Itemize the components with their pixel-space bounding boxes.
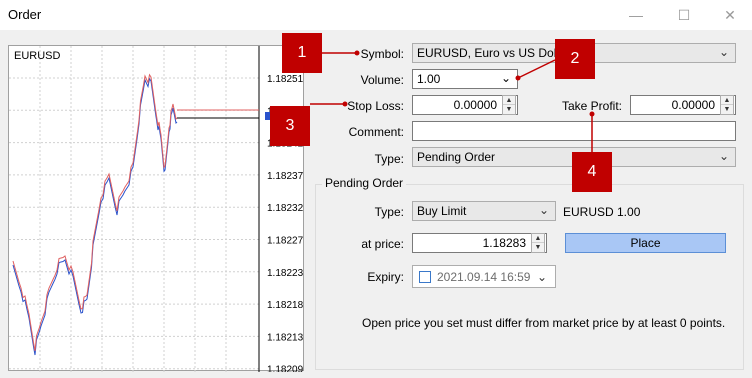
price-tick-label: 1.18232: [267, 203, 304, 214]
callout-2: 2: [555, 39, 595, 79]
chevron-down-icon: ⌄: [536, 270, 547, 284]
at-price-label: at price:: [361, 237, 404, 251]
order-type-value: Pending Order: [417, 150, 496, 164]
comment-label: Comment:: [348, 125, 404, 139]
chevron-down-icon: ⌄: [718, 149, 729, 163]
pending-symbol-volume: EURUSD 1.00: [563, 205, 641, 219]
order-type-label: Type:: [374, 152, 404, 166]
pending-type-select[interactable]: Buy Limit ⌄: [412, 201, 556, 221]
title-bar: Order — ☐ ✕: [0, 0, 752, 30]
price-tick-label: 1.18223: [267, 268, 304, 279]
spin-up-icon[interactable]: ▲: [721, 96, 733, 105]
spin-down-icon[interactable]: ▼: [532, 243, 544, 252]
price-tick-label: 1.18251: [267, 74, 304, 85]
volume-combo[interactable]: 1.00 ⌄: [412, 69, 518, 89]
at-price-spinner[interactable]: ▲ ▼: [531, 233, 545, 253]
stop-loss-spinner[interactable]: ▲ ▼: [502, 95, 516, 115]
window-title: Order: [8, 7, 42, 22]
symbol-label: Symbol:: [360, 47, 404, 61]
callout-1: 1: [282, 33, 322, 73]
chart-symbol-label: EURUSD: [14, 50, 61, 62]
comment-input[interactable]: [412, 121, 736, 141]
at-price-input[interactable]: 1.18283: [412, 233, 547, 253]
pending-type-value: Buy Limit: [417, 204, 467, 218]
callout-4: 4: [572, 152, 612, 192]
take-profit-spinner[interactable]: ▲ ▼: [720, 95, 734, 115]
expiry-label: Expiry:: [367, 270, 404, 284]
ask-price-line: [12, 77, 178, 356]
symbol-select-value: EURUSD, Euro vs US Dollar: [417, 46, 570, 60]
pending-type-label: Type:: [374, 205, 404, 219]
bid-price-line: [12, 73, 178, 352]
tick-chart: 1.182511.182461.182421.182371.182321.182…: [8, 45, 304, 372]
price-tick-label: 1.18209: [267, 365, 304, 372]
place-button[interactable]: Place: [565, 233, 726, 253]
spin-up-icon[interactable]: ▲: [503, 96, 515, 105]
maximize-icon[interactable]: ☐: [674, 5, 694, 25]
spin-up-icon[interactable]: ▲: [532, 234, 544, 243]
volume-value: 1.00: [417, 72, 441, 86]
expiry-checkbox[interactable]: [419, 271, 431, 283]
take-profit-label: Take Profit:: [561, 99, 622, 113]
pending-order-group-title: Pending Order: [322, 176, 407, 190]
chevron-down-icon: ⌄: [538, 203, 549, 217]
info-message: Open price you set must differ from mark…: [362, 316, 726, 330]
spin-down-icon[interactable]: ▼: [503, 105, 515, 114]
volume-label: Volume:: [360, 73, 404, 87]
chevron-down-icon: ⌄: [718, 45, 729, 59]
tick-chart-canvas: 1.182511.182461.182421.182371.182321.182…: [9, 46, 304, 372]
price-tick-label: 1.18218: [267, 300, 304, 311]
expiry-datetime-picker[interactable]: 2021.09.14 16:59 ⌄: [412, 265, 556, 288]
callout-3: 3: [270, 106, 310, 146]
close-icon[interactable]: ✕: [720, 5, 740, 25]
price-tick-label: 1.18227: [267, 236, 304, 247]
price-tick-label: 1.18237: [267, 171, 304, 182]
stop-loss-label: Stop Loss:: [347, 99, 404, 113]
price-tick-label: 1.18213: [267, 332, 304, 343]
minimize-icon[interactable]: —: [626, 5, 646, 25]
spin-down-icon[interactable]: ▼: [721, 105, 733, 114]
chevron-down-icon: ⌄: [500, 71, 511, 85]
expiry-value: 2021.09.14 16:59: [437, 270, 531, 284]
